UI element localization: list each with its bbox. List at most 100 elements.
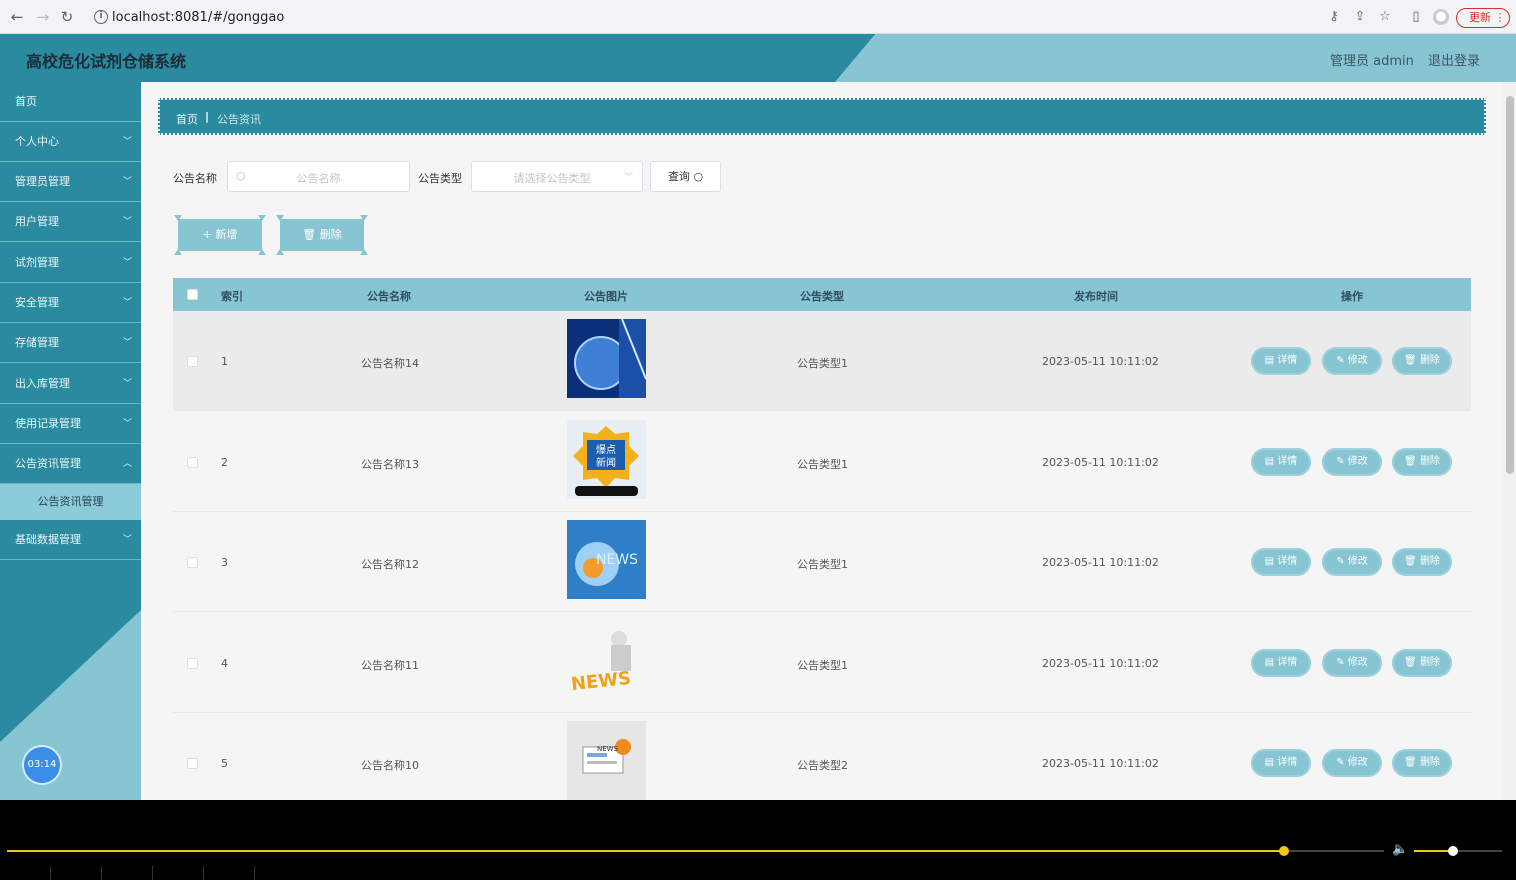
sidebar-item-inout[interactable]: 出入库管理 ﹀ — [0, 364, 141, 404]
document-icon: ▤ — [1264, 757, 1275, 768]
edit-label: 修改 — [1347, 355, 1368, 366]
pencil-icon: ✎ — [1336, 355, 1345, 366]
sidebar-item-label: 首页 — [15, 95, 37, 108]
sidebar-item-safety[interactable]: 安全管理 ﹀ — [0, 283, 141, 323]
address-bar[interactable]: i localhost:8081/#/gonggao — [86, 5, 1316, 30]
sidebar-item-basedata[interactable]: 基础数据管理 ﹀ — [0, 520, 141, 560]
timer-badge: 03:14 — [22, 745, 62, 785]
reload-icon[interactable]: ↻ — [58, 8, 76, 26]
table-row: 2 公告名称13 爆点 新闻 公告类型1 2023-05-11 10:11:02 ▤ 详情 ✎… — [173, 412, 1471, 512]
pencil-icon: ✎ — [1336, 757, 1345, 768]
star-icon[interactable]: ☆ — [1377, 9, 1393, 25]
forward-icon[interactable]: → — [34, 8, 52, 26]
profile-icon[interactable]: ● — [1433, 9, 1449, 25]
edit-button[interactable]: ✎ 修改 — [1322, 347, 1382, 375]
page-scrollbar[interactable] — [1503, 82, 1516, 800]
chevron-up-icon: ︿ — [122, 459, 132, 469]
update-button[interactable]: 更新 ⋮ — [1456, 8, 1510, 28]
announcement-image: NEWS — [567, 520, 646, 599]
chevron-down-icon: ﹀ — [122, 338, 132, 348]
batch-delete-button[interactable]: 🗑 删除 — [276, 215, 368, 255]
delete-button[interactable]: 🗑 删除 — [1392, 749, 1452, 777]
delete-button[interactable]: 🗑 删除 — [1392, 447, 1452, 476]
edit-button[interactable]: ✎ 修改 — [1322, 548, 1382, 576]
sidebar-item-usage[interactable]: 使用记录管理 ﹀ — [0, 404, 141, 444]
chevron-down-icon: ﹀ — [122, 379, 132, 389]
edit-button[interactable]: ✎ 修改 — [1322, 749, 1382, 777]
edit-button[interactable]: ✎ 修改 — [1322, 648, 1382, 677]
sidebar-item-personal[interactable]: 个人中心 ﹀ — [0, 122, 141, 162]
scroll-thumb[interactable] — [1506, 96, 1514, 474]
sidebar-item-reagents[interactable]: 试剂管理 ﹀ — [0, 243, 141, 283]
sidebar-item-home[interactable]: 首页 — [0, 82, 141, 122]
sidebar-item-storage[interactable]: 存储管理 ﹀ — [0, 323, 141, 363]
breadcrumb-home[interactable]: 首页 — [176, 111, 198, 127]
svg-text:NEWS: NEWS — [596, 552, 638, 568]
type-select[interactable]: 请选择公告类型 ﹀ — [471, 161, 643, 192]
name-placeholder: 公告名称 — [296, 172, 341, 185]
sidebar-subitem-announcements[interactable]: 公告资讯管理 — [0, 484, 141, 520]
add-button[interactable]: + 新增 — [174, 215, 266, 255]
button-corner-decoration — [276, 215, 368, 255]
document-icon: ▤ — [1264, 556, 1275, 567]
row-time: 2023-05-11 10:11:02 — [1042, 355, 1159, 368]
progress-bar[interactable] — [7, 850, 1284, 852]
col-type: 公告类型 — [800, 290, 844, 303]
sidebar-item-label: 管理员管理 — [15, 175, 70, 188]
share-icon[interactable]: ⇪ — [1352, 9, 1368, 25]
info-icon[interactable]: i — [94, 10, 108, 24]
chevron-down-icon: ﹀ — [122, 258, 132, 268]
announcement-image — [567, 319, 646, 398]
trash-icon: 🗑 — [1404, 556, 1417, 567]
select-all-checkbox[interactable] — [187, 289, 198, 300]
col-image: 公告图片 — [584, 290, 628, 303]
app-header: 高校危化试剂仓储系统 管理员 admin 退出登录 — [0, 34, 1516, 82]
user-label: 管理员 admin — [1330, 54, 1414, 69]
query-button[interactable]: 查询 ○ — [650, 161, 721, 192]
logout-link[interactable]: 退出登录 — [1428, 50, 1480, 69]
delete-button[interactable]: 🗑 删除 — [1392, 347, 1452, 375]
chevron-down-icon: ﹀ — [623, 173, 633, 183]
row-type: 公告类型2 — [797, 759, 848, 772]
delete-button[interactable]: 🗑 删除 — [1392, 648, 1452, 677]
name-search-input[interactable]: ○ 公告名称 — [227, 161, 410, 192]
type-placeholder: 请选择公告类型 — [513, 172, 591, 185]
row-checkbox[interactable] — [187, 356, 198, 367]
back-icon[interactable]: ← — [8, 8, 26, 26]
row-index: 2 — [221, 455, 228, 469]
trash-icon: 🗑 — [1404, 757, 1417, 768]
row-checkbox[interactable] — [187, 758, 198, 769]
edit-label: 修改 — [1347, 757, 1368, 768]
col-name: 公告名称 — [367, 290, 411, 303]
svg-text:新闻: 新闻 — [596, 456, 616, 469]
name-filter-label: 公告名称 — [173, 172, 217, 185]
row-checkbox[interactable] — [187, 456, 198, 468]
sidebar-item-admins[interactable]: 管理员管理 ﹀ — [0, 162, 141, 202]
progress-remaining — [1284, 850, 1384, 852]
volume-knob[interactable] — [1448, 846, 1458, 856]
query-label: 查询 — [667, 170, 690, 183]
detail-button[interactable]: ▤ 详情 — [1251, 749, 1311, 777]
edit-label: 修改 — [1347, 656, 1368, 668]
pencil-icon: ✎ — [1336, 556, 1345, 567]
delete-button[interactable]: 🗑 删除 — [1392, 548, 1452, 576]
sidebar-item-users[interactable]: 用户管理 ﹀ — [0, 202, 141, 242]
row-index: 4 — [221, 656, 228, 670]
row-checkbox[interactable] — [187, 557, 198, 568]
delete-label: 删除 — [1419, 556, 1440, 567]
detail-button[interactable]: ▤ 详情 — [1251, 447, 1311, 476]
key-icon[interactable]: ⚷ — [1326, 9, 1342, 25]
delete-label: 删除 — [1419, 355, 1440, 366]
edit-button[interactable]: ✎ 修改 — [1322, 447, 1382, 476]
progress-knob[interactable] — [1279, 846, 1289, 856]
document-icon: ▤ — [1264, 455, 1275, 467]
sidepanel-icon[interactable]: ▯ — [1408, 9, 1424, 25]
row-checkbox[interactable] — [187, 657, 198, 669]
sidebar-item-announcements[interactable]: 公告资讯管理 ︿ — [0, 444, 141, 484]
announcement-image: NEWS — [567, 620, 646, 700]
breadcrumb-separator: | — [205, 110, 210, 123]
detail-button[interactable]: ▤ 详情 — [1251, 548, 1311, 576]
detail-button[interactable]: ▤ 详情 — [1251, 648, 1311, 677]
detail-button[interactable]: ▤ 详情 — [1251, 347, 1311, 375]
volume-icon[interactable]: 🔈 — [1392, 842, 1408, 857]
